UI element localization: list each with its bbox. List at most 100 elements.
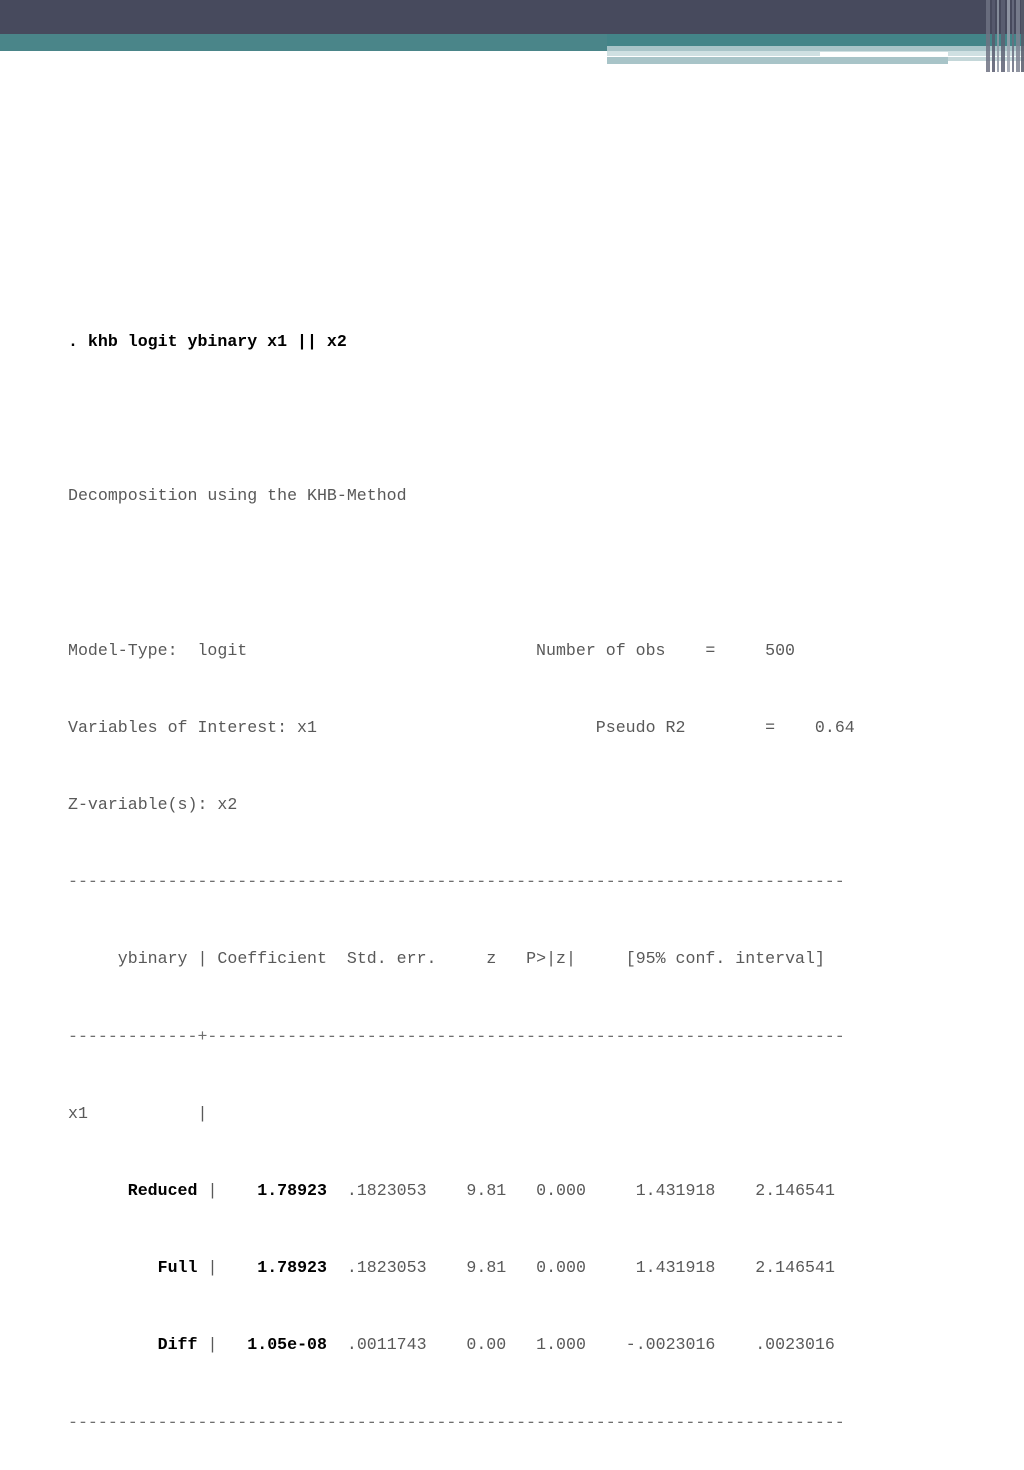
- table-header-row: ybinary | Coefficient Std. err. z P>|z| …: [68, 949, 855, 968]
- pad-r2c: [427, 1258, 467, 1277]
- variables-line: Variables of Interest: x1 Pseudo R2 = 0.…: [68, 718, 855, 737]
- banner-stripe-6: [1016, 0, 1020, 72]
- table-rule-bottom: ----------------------------------------…: [68, 1412, 845, 1432]
- row-pipe: |: [207, 1335, 218, 1355]
- slide-decorative-banner: [0, 0, 1024, 72]
- pad-r3c: [427, 1335, 467, 1354]
- pad-1: [247, 641, 536, 660]
- stata-output-block: . khb logit ybinary x1 || x2 Decompositi…: [68, 274, 855, 1470]
- pad-7: [68, 949, 118, 968]
- row-z: 0.00: [466, 1335, 507, 1355]
- pad-r2b: [217, 1258, 257, 1277]
- row-coefficient: 1.05e-08: [247, 1335, 327, 1355]
- pad-4: [317, 718, 596, 737]
- row-ci-high: 2.146541: [755, 1258, 835, 1278]
- pad-11: [88, 1104, 198, 1123]
- table-row: Reduced | 1.78923 .1823053 9.81 0.000 1.…: [68, 1181, 855, 1200]
- command-text: . khb logit ybinary x1 || x2: [68, 331, 347, 351]
- group-pipe: |: [197, 1103, 208, 1123]
- header-depvar: ybinary: [117, 949, 188, 969]
- row-label: Full: [157, 1258, 198, 1278]
- row-z: 9.81: [466, 1258, 507, 1278]
- pad-5: [685, 718, 765, 737]
- header-coefficient: Coefficient: [217, 949, 327, 969]
- pad-r2f: [715, 1258, 755, 1277]
- pad-6: [775, 718, 815, 737]
- pad-r1d: [506, 1181, 536, 1200]
- pad-3: [715, 641, 765, 660]
- banner-dark-block: [0, 0, 1024, 34]
- nobs-value: 500: [765, 640, 795, 660]
- banner-stripe-5: [1012, 0, 1014, 72]
- row-z: 9.81: [466, 1180, 507, 1200]
- row-coefficient: 1.78923: [257, 1258, 327, 1278]
- pad-r1f: [715, 1181, 755, 1200]
- zvariable-value: x2: [217, 795, 238, 815]
- pad-10: [576, 949, 626, 968]
- row-pipe: |: [207, 1258, 218, 1278]
- pseudo-r2-value: 0.64: [814, 717, 855, 737]
- pad-r2e: [586, 1258, 636, 1277]
- banner-teal-band-left: [0, 34, 607, 51]
- row-p: 1.000: [536, 1335, 586, 1355]
- row-ci-high: 2.146541: [755, 1180, 835, 1200]
- header-pipe: |: [197, 949, 208, 969]
- row-ci-high: .0023016: [755, 1335, 835, 1355]
- row-ci-low: -.0023016: [625, 1335, 716, 1355]
- zvariable-label: Z-variable(s):: [68, 795, 208, 815]
- model-type-label: Model-Type:: [68, 640, 178, 660]
- row-pipe: |: [207, 1180, 218, 1200]
- table-row: Full | 1.78923 .1823053 9.81 0.000 1.431…: [68, 1258, 855, 1277]
- header-conf-interval: [95% conf. interval]: [625, 949, 825, 969]
- pseudo-r2-equals: =: [765, 717, 776, 737]
- banner-stripe-3: [1001, 0, 1005, 72]
- group-label-row: x1 |: [68, 1104, 855, 1123]
- pad-r3f: [715, 1335, 755, 1354]
- pad-2: [666, 641, 706, 660]
- decomposition-subtitle: Decomposition using the KHB-Method: [68, 486, 407, 506]
- command-line: . khb logit ybinary x1 || x2: [68, 332, 855, 351]
- pad-8: [437, 949, 487, 968]
- banner-stripe-0: [986, 0, 990, 72]
- row-ci-low: 1.431918: [635, 1180, 716, 1200]
- nobs-equals: =: [705, 640, 716, 660]
- pad-r1: [68, 1181, 128, 1200]
- header-std-err: Std. err.: [346, 949, 437, 969]
- table-row: Diff | 1.05e-08 .0011743 0.00 1.000 -.00…: [68, 1335, 855, 1354]
- nobs-label: Number of obs: [536, 640, 666, 660]
- banner-pale-thin-strip: [607, 51, 1024, 56]
- pad-r1e: [586, 1181, 636, 1200]
- pad-r3b: [217, 1335, 247, 1354]
- pad-9: [496, 949, 526, 968]
- zvariable-line: Z-variable(s): x2: [68, 795, 855, 814]
- row-std-err: .0011743: [346, 1335, 427, 1355]
- pad-r3e: [586, 1335, 626, 1354]
- pad-r3d: [506, 1335, 536, 1354]
- header-z: z: [486, 949, 497, 969]
- banner-stripe-1: [992, 0, 995, 72]
- pad-r2d: [506, 1258, 536, 1277]
- model-type-value: logit: [197, 640, 248, 660]
- group-label: x1: [68, 1103, 88, 1123]
- banner-stripe-4: [1007, 0, 1010, 72]
- row-ci-low: 1.431918: [635, 1258, 716, 1278]
- row-label: Reduced: [127, 1180, 198, 1200]
- variables-label: Variables of Interest:: [68, 717, 288, 737]
- row-label: Diff: [157, 1335, 198, 1355]
- table-rule-top: ----------------------------------------…: [68, 872, 845, 892]
- banner-lower-pale-band: [607, 57, 948, 64]
- pad-r2: [68, 1258, 158, 1277]
- banner-stripe-2: [997, 0, 999, 72]
- row-p: 0.000: [536, 1258, 586, 1278]
- row-coefficient: 1.78923: [257, 1180, 327, 1200]
- pseudo-r2-label: Pseudo R2: [595, 717, 686, 737]
- table-rule-mid: -------------+--------------------------…: [68, 1026, 845, 1046]
- pad-r1c: [427, 1181, 467, 1200]
- header-p: P>|z|: [526, 949, 576, 969]
- row-p: 0.000: [536, 1180, 586, 1200]
- pad-r3: [68, 1335, 158, 1354]
- pad-r1b: [217, 1181, 257, 1200]
- row-std-err: .1823053: [346, 1258, 427, 1278]
